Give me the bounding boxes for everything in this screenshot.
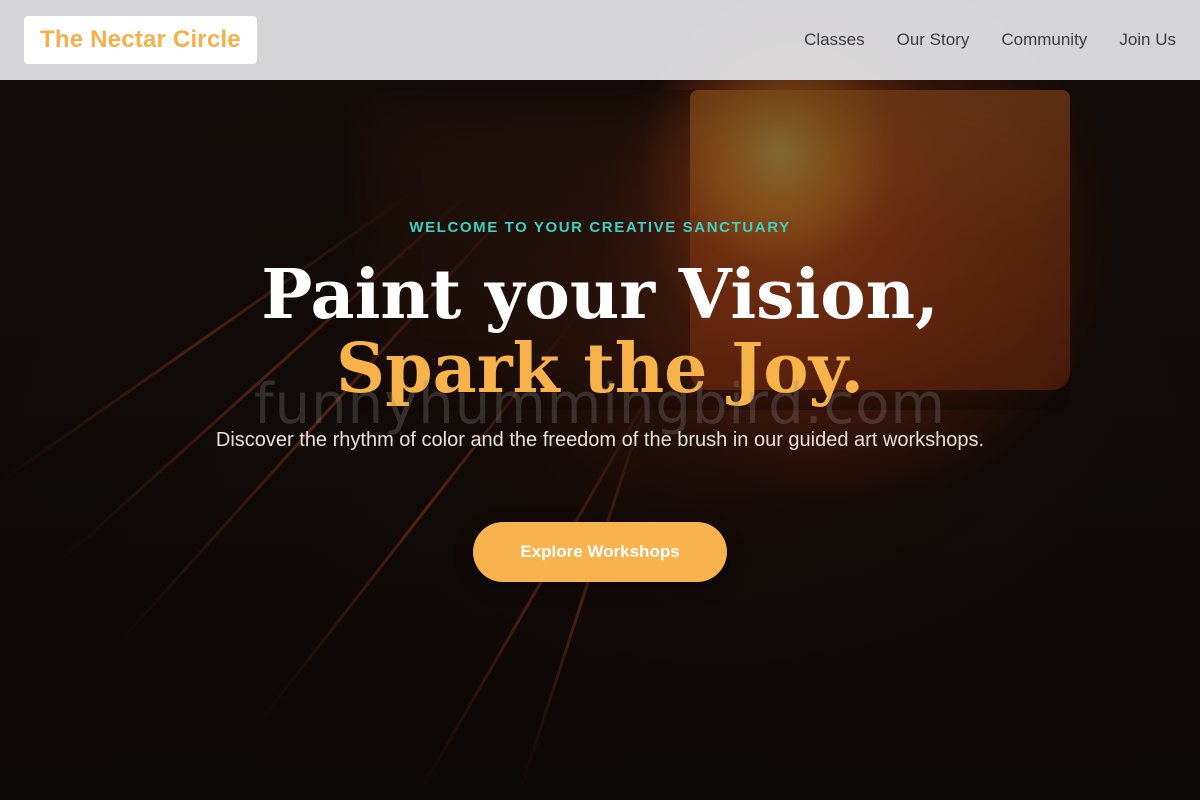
main-nav: Classes Our Story Community Join Us [804, 30, 1176, 50]
site-header: The Nectar Circle Classes Our Story Comm… [0, 0, 1200, 80]
nav-link-our-story[interactable]: Our Story [897, 30, 970, 50]
nav-link-join-us[interactable]: Join Us [1119, 30, 1176, 50]
hero-content: WELCOME TO YOUR CREATIVE SANCTUARY Paint… [0, 0, 1200, 800]
nav-link-community[interactable]: Community [1001, 30, 1087, 50]
hero-eyebrow: WELCOME TO YOUR CREATIVE SANCTUARY [409, 219, 791, 236]
headline-line-2: Spark the Joy. [335, 329, 865, 409]
hero-headline: Paint your Vision, Spark the Joy. [0, 258, 1200, 406]
brand-logo[interactable]: The Nectar Circle [24, 16, 257, 64]
hero-subtitle: Discover the rhythm of color and the fre… [215, 429, 985, 451]
nav-link-classes[interactable]: Classes [804, 30, 864, 50]
headline-line-1: Paint your Vision, [261, 255, 939, 335]
explore-workshops-button[interactable]: Explore Workshops [473, 522, 727, 582]
